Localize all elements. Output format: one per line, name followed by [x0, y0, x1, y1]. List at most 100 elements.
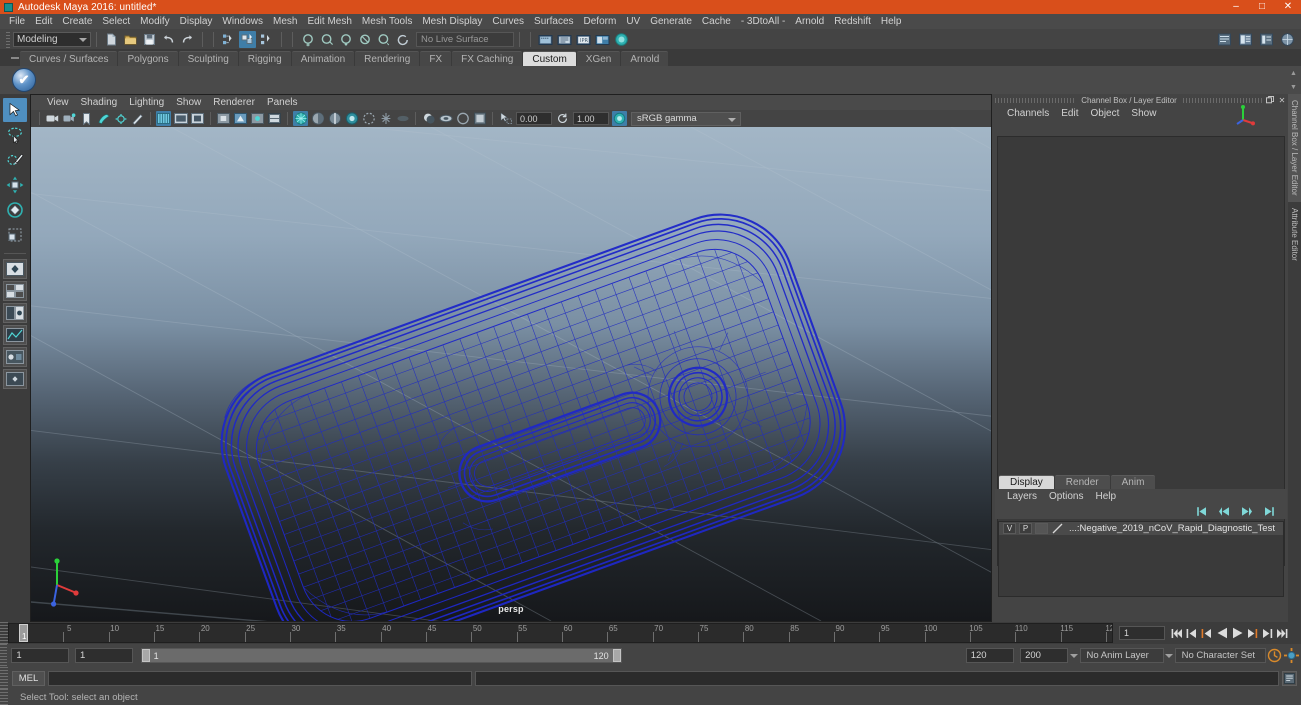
snap-to-view-plane-icon[interactable] — [375, 31, 392, 48]
menu-arnold[interactable]: Arnold — [790, 14, 829, 29]
two-d-pan-zoom-icon[interactable] — [113, 111, 128, 126]
layer-nav-prev-icon[interactable] — [1218, 506, 1231, 517]
side-tab-attribute-editor[interactable]: Attribute Editor — [1288, 202, 1301, 267]
anim-end-field[interactable]: 200 — [1020, 648, 1069, 663]
range-bar-left-handle[interactable] — [141, 649, 150, 662]
command-input[interactable] — [48, 670, 472, 686]
shelf-menu-handle[interactable] — [10, 49, 20, 66]
color-profile-selector[interactable]: sRGB gamma — [631, 111, 741, 126]
viewport-menu-view[interactable]: View — [41, 95, 75, 110]
side-tab-channel-box[interactable]: Channel Box / Layer Editor — [1288, 94, 1301, 202]
panel-drag-handle[interactable] — [995, 97, 1076, 103]
menu-uv[interactable]: UV — [621, 14, 645, 29]
layer-state-toggle[interactable] — [1035, 523, 1048, 534]
shelf-tab-curves-surfaces[interactable]: Curves / Surfaces — [20, 51, 118, 66]
menu-redshift[interactable]: Redshift — [829, 14, 876, 29]
hypershade-icon[interactable]: IPR — [575, 31, 592, 48]
anim-layer-selector[interactable]: No Anim Layer — [1079, 648, 1164, 663]
shelf-tab-rendering[interactable]: Rendering — [355, 51, 420, 66]
menu-generate[interactable]: Generate — [645, 14, 697, 29]
film-gate-icon[interactable] — [173, 111, 188, 126]
range-slider-grip[interactable] — [0, 644, 8, 667]
maximize-button[interactable]: □ — [1249, 0, 1275, 14]
menu-cache[interactable]: Cache — [697, 14, 736, 29]
viewport-menu-panels[interactable]: Panels — [261, 95, 304, 110]
gamma-reset-icon[interactable] — [555, 111, 570, 126]
use-default-material-icon[interactable] — [395, 111, 410, 126]
command-language-button[interactable]: MEL — [12, 670, 45, 686]
layer-nav-last-icon[interactable] — [1262, 506, 1275, 517]
select-by-object-type-icon[interactable] — [239, 31, 256, 48]
make-live-icon[interactable] — [394, 31, 411, 48]
go-to-start-icon[interactable] — [1170, 625, 1184, 641]
menu-mesh-tools[interactable]: Mesh Tools — [357, 14, 417, 29]
go-to-end-icon[interactable] — [1275, 625, 1289, 641]
shelf-scroll-down-icon[interactable]: ▼ — [1288, 80, 1299, 94]
smooth-shade-selected-icon[interactable] — [327, 111, 342, 126]
shelf-scroll-up-icon[interactable]: ▲ — [1288, 66, 1299, 80]
time-slider-grip[interactable] — [0, 622, 8, 644]
channel-box-menu-show[interactable]: Show — [1125, 106, 1162, 121]
animation-preferences-icon[interactable] — [1283, 648, 1301, 663]
menu-set-selector[interactable]: Modeling — [13, 32, 91, 47]
range-start-field[interactable]: 1 — [74, 648, 133, 663]
textured-icon[interactable] — [378, 111, 393, 126]
panel-layout-icon[interactable] — [267, 111, 282, 126]
live-surface-field[interactable]: No Live Surface — [416, 32, 514, 47]
lasso-tool[interactable] — [3, 123, 27, 147]
menu-create[interactable]: Create — [57, 14, 97, 29]
channel-box-menu-object[interactable]: Object — [1085, 106, 1126, 121]
camera-attributes-icon[interactable] — [62, 111, 77, 126]
paint-select-tool[interactable] — [3, 148, 27, 172]
gamma-field[interactable]: 1.00 — [573, 112, 609, 125]
smooth-shade-all-icon[interactable] — [310, 111, 325, 126]
layer-color-swatch[interactable] — [1051, 523, 1065, 534]
layer-playback-toggle[interactable]: P — [1019, 523, 1032, 534]
range-end-field[interactable]: 120 — [965, 648, 1015, 663]
snap-to-grid-icon[interactable] — [299, 31, 316, 48]
shadows-icon[interactable] — [421, 111, 436, 126]
xray-active-components-icon[interactable] — [250, 111, 265, 126]
move-tool[interactable] — [3, 173, 27, 197]
new-scene-icon[interactable] — [103, 31, 120, 48]
menu-3dtoall[interactable]: - 3DtoAll - — [736, 14, 790, 29]
open-scene-icon[interactable] — [122, 31, 139, 48]
shelf-tab-animation[interactable]: Animation — [291, 51, 355, 66]
close-button[interactable]: ✕ — [1275, 0, 1301, 14]
layer-menu-layers[interactable]: Layers — [1001, 489, 1043, 503]
tab-display[interactable]: Display — [999, 475, 1054, 489]
snap-to-point-icon[interactable] — [337, 31, 354, 48]
shelf-tab-fx-caching[interactable]: FX Caching — [452, 51, 523, 66]
show-channel-box-icon[interactable] — [1279, 31, 1296, 48]
viewport-menu-show[interactable]: Show — [170, 95, 207, 110]
tab-anim[interactable]: Anim — [1110, 475, 1156, 489]
shelf-tab-xgen[interactable]: XGen — [576, 51, 621, 66]
play-backwards-icon[interactable] — [1215, 625, 1229, 641]
render-sequence-icon[interactable] — [594, 31, 611, 48]
close-icon[interactable]: ✕ — [1277, 95, 1287, 105]
range-bar[interactable]: 1 120 — [140, 648, 622, 663]
layer-visibility-toggle[interactable]: V — [1003, 523, 1016, 534]
bounding-box-icon[interactable] — [361, 111, 376, 126]
layer-menu-help[interactable]: Help — [1089, 489, 1122, 503]
shelf-tab-rigging[interactable]: Rigging — [238, 51, 291, 66]
auto-key-icon[interactable] — [1266, 648, 1283, 663]
menu-curves[interactable]: Curves — [487, 14, 529, 29]
select-tool[interactable] — [3, 98, 27, 122]
play-forwards-icon[interactable] — [1230, 625, 1244, 641]
menu-help[interactable]: Help — [876, 14, 907, 29]
four-view-layout-icon[interactable] — [3, 281, 27, 301]
multisample-icon[interactable] — [472, 111, 487, 126]
layer-menu-options[interactable]: Options — [1043, 489, 1089, 503]
range-bar-right-handle[interactable] — [612, 649, 621, 662]
isolate-select-icon[interactable] — [498, 111, 513, 126]
layer-nav-next-icon[interactable] — [1240, 506, 1253, 517]
undock-icon[interactable] — [1265, 95, 1275, 105]
show-outliner-icon[interactable] — [1216, 31, 1233, 48]
viewport-menu-renderer[interactable]: Renderer — [207, 95, 261, 110]
character-set-selector[interactable]: No Character Set — [1174, 648, 1267, 663]
panel-drag-handle-right[interactable] — [1182, 97, 1264, 103]
flat-shade-icon[interactable] — [344, 111, 359, 126]
step-back-key-icon[interactable] — [1200, 625, 1214, 641]
render-settings-icon[interactable] — [556, 31, 573, 48]
